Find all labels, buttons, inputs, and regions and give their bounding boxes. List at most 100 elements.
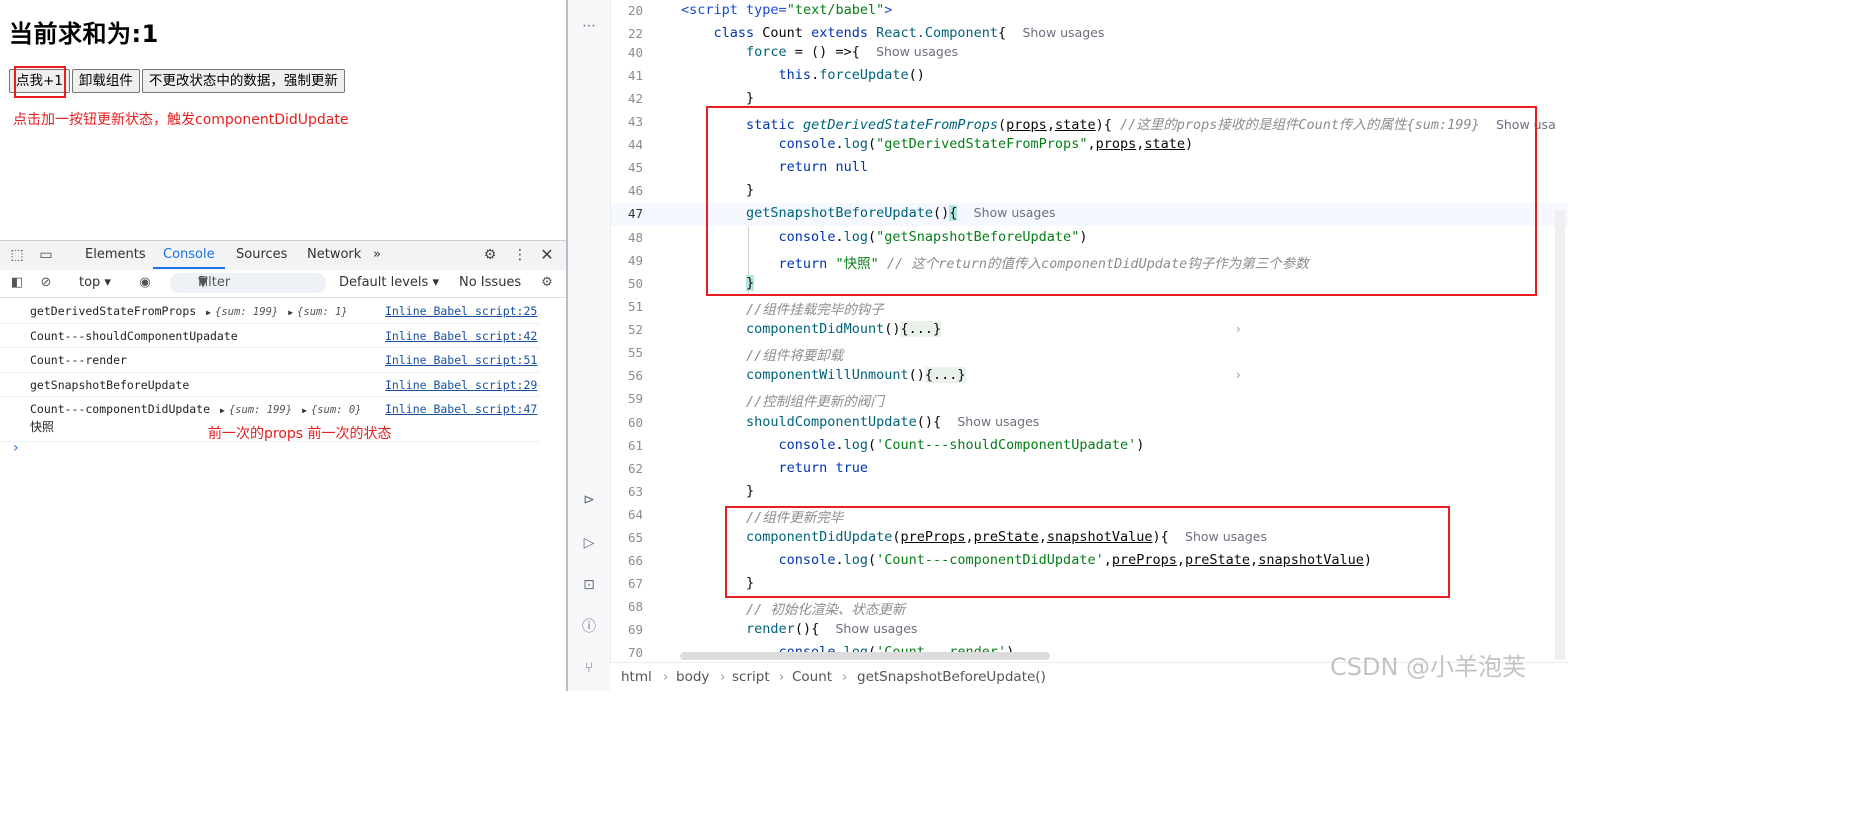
breadcrumb-item[interactable]: body: [676, 669, 709, 685]
prev-props-state-annotation: 前一次的props 前一次的状态: [208, 426, 392, 442]
sidebar-toggle-icon[interactable]: ◧: [9, 275, 25, 291]
line-number: 68: [627, 599, 643, 614]
tab-console[interactable]: Console: [163, 247, 215, 262]
problems-icon[interactable]: ⓘ: [580, 618, 598, 636]
code-line-40: force = () =>{ Show usages: [746, 44, 959, 60]
breadcrumb-item[interactable]: Count: [792, 669, 832, 685]
tool-strip: ⋯ ⊳ ▷ ⊡ ⓘ ⑂: [568, 0, 611, 691]
line-number: 43: [627, 114, 643, 129]
log-message: Count---render: [30, 353, 127, 367]
code-line-41: this.forceUpdate(): [778, 67, 925, 83]
close-icon[interactable]: ✕: [539, 247, 555, 263]
breadcrumb-item[interactable]: html: [621, 669, 652, 685]
breadcrumb-separator-icon: ›: [663, 669, 669, 685]
line-number: 70: [627, 645, 643, 660]
line-number: 46: [627, 183, 643, 198]
levels-dropdown[interactable]: Default levels ▾: [339, 275, 439, 290]
force-update-button[interactable]: 不更改状态中的数据，强制更新: [141, 69, 345, 93]
line-number-gutter: 20 22 40 41 42 43 44 45 46 47 48 49 50 5…: [611, 0, 673, 691]
filter-input[interactable]: ▼ Filter: [170, 273, 326, 293]
line-number: 67: [627, 576, 643, 591]
log-message: getDerivedStateFromProps: [30, 304, 197, 318]
update-annotation: 点击加一按钮更新状态，触发componentDidUpdate: [13, 112, 349, 128]
console-settings-gear-icon[interactable]: ⚙: [539, 275, 555, 291]
console-row: Count---render Inline Babel script:51: [0, 348, 540, 373]
log-source-link[interactable]: Inline Babel script:25: [385, 304, 537, 318]
line-number: 69: [627, 622, 643, 637]
filter-placeholder: Filter: [198, 275, 231, 290]
kebab-menu-icon[interactable]: ⋮: [512, 247, 528, 263]
line-number: 44: [627, 137, 643, 152]
code-line-56: componentWillUnmount(){...}: [746, 367, 966, 383]
breadcrumb-separator-icon: ›: [779, 669, 785, 685]
line-number: 47: [627, 206, 643, 221]
breadcrumb-item[interactable]: script: [732, 669, 770, 685]
tab-sources[interactable]: Sources: [236, 247, 287, 262]
line-number: 49: [627, 253, 643, 268]
gear-icon[interactable]: ⚙: [482, 247, 498, 263]
context-selector[interactable]: top ▾: [79, 275, 111, 290]
expand-arrow-icon[interactable]: ▶: [302, 406, 307, 415]
unmount-button[interactable]: 卸载组件: [71, 69, 140, 93]
line-number: 60: [627, 415, 643, 430]
eye-icon[interactable]: ◉: [137, 275, 153, 291]
line-number: 48: [627, 230, 643, 245]
code-line-20: <script type="text/babel">: [681, 2, 893, 18]
log-message: Count---shouldComponentUpadate: [30, 328, 238, 343]
code-line-55: //组件将要卸载: [746, 348, 844, 364]
log-source-link[interactable]: Inline Babel script:29: [385, 378, 537, 392]
watermark: CSDN @小羊泡芙: [1330, 653, 1527, 681]
code-line-69: render(){ Show usages: [746, 621, 918, 637]
code-line-22: class Count extends React.Component{ Sho…: [713, 25, 1105, 41]
expand-arrow-icon[interactable]: ▶: [206, 308, 211, 317]
issues-counter[interactable]: No Issues: [459, 275, 521, 290]
line-number: 56: [627, 368, 643, 383]
line-number: 61: [627, 438, 643, 453]
expand-arrow-icon[interactable]: ▶: [288, 308, 293, 317]
line-number: 66: [627, 553, 643, 568]
inspect-element-icon[interactable]: ⬚: [9, 247, 25, 263]
log-source-link[interactable]: Inline Babel script:42: [385, 329, 537, 343]
line-number: 20: [627, 3, 643, 18]
code-line-62: return true: [778, 460, 868, 476]
more-options-icon[interactable]: ⋯: [580, 17, 598, 35]
git-icon[interactable]: ⑂: [580, 659, 598, 677]
log-message: Count---componentDidUpdate: [30, 402, 211, 416]
console-toolbar: ◧ ⊘ top ▾ ◉ ▼ Filter Default levels ▾ No…: [0, 270, 566, 298]
log-source-link[interactable]: Inline Babel script:47: [385, 402, 537, 416]
log-source-link[interactable]: Inline Babel script:51: [385, 353, 537, 367]
line-number: 50: [627, 276, 643, 291]
breadcrumb-separator-icon: ›: [842, 669, 848, 685]
log-object[interactable]: {sum: 199}: [215, 306, 278, 318]
tab-elements[interactable]: Elements: [85, 247, 146, 262]
vertical-scrollbar[interactable]: [1555, 210, 1565, 660]
expand-arrow-icon[interactable]: ▶: [220, 406, 225, 415]
line-number: 51: [627, 299, 643, 314]
log-object[interactable]: {sum: 1}: [297, 306, 348, 318]
code-line-51: //组件挂载完毕的钩子: [746, 302, 884, 318]
code-line-60: shouldComponentUpdate(){ Show usages: [746, 414, 1040, 430]
more-tabs-icon[interactable]: »: [373, 247, 381, 262]
run-icon[interactable]: ▷: [580, 534, 598, 552]
line-number: 59: [627, 391, 643, 406]
line-number: 52: [627, 322, 643, 337]
log-object[interactable]: {sum: 199}: [229, 404, 292, 416]
services-icon[interactable]: ⊳: [580, 491, 598, 509]
tab-network[interactable]: Network: [307, 247, 361, 262]
console-row: getSnapshotBeforeUpdate Inline Babel scr…: [0, 373, 540, 397]
console-prompt[interactable]: ›: [13, 440, 19, 456]
devtools-tabbar: ⬚ ▭ Elements Console Sources Network » ⚙…: [0, 240, 566, 271]
line-number: 63: [627, 484, 643, 499]
annotation-box-derived-snapshot: [706, 106, 1537, 296]
log-snapshot-value: 快照: [30, 420, 55, 434]
line-number: 40: [627, 45, 643, 60]
breadcrumb-item[interactable]: getSnapshotBeforeUpdate(): [857, 669, 1046, 685]
log-object[interactable]: {sum: 0}: [311, 404, 362, 416]
code-line-68: // 初始化渲染、状态更新: [746, 602, 906, 618]
line-number: 45: [627, 160, 643, 175]
clear-console-icon[interactable]: ⊘: [38, 275, 54, 291]
horizontal-scrollbar[interactable]: [680, 652, 1050, 660]
device-toolbar-icon[interactable]: ▭: [38, 247, 54, 263]
terminal-icon[interactable]: ⊡: [580, 576, 598, 594]
code-line-52: componentDidMount(){...}: [746, 321, 942, 337]
